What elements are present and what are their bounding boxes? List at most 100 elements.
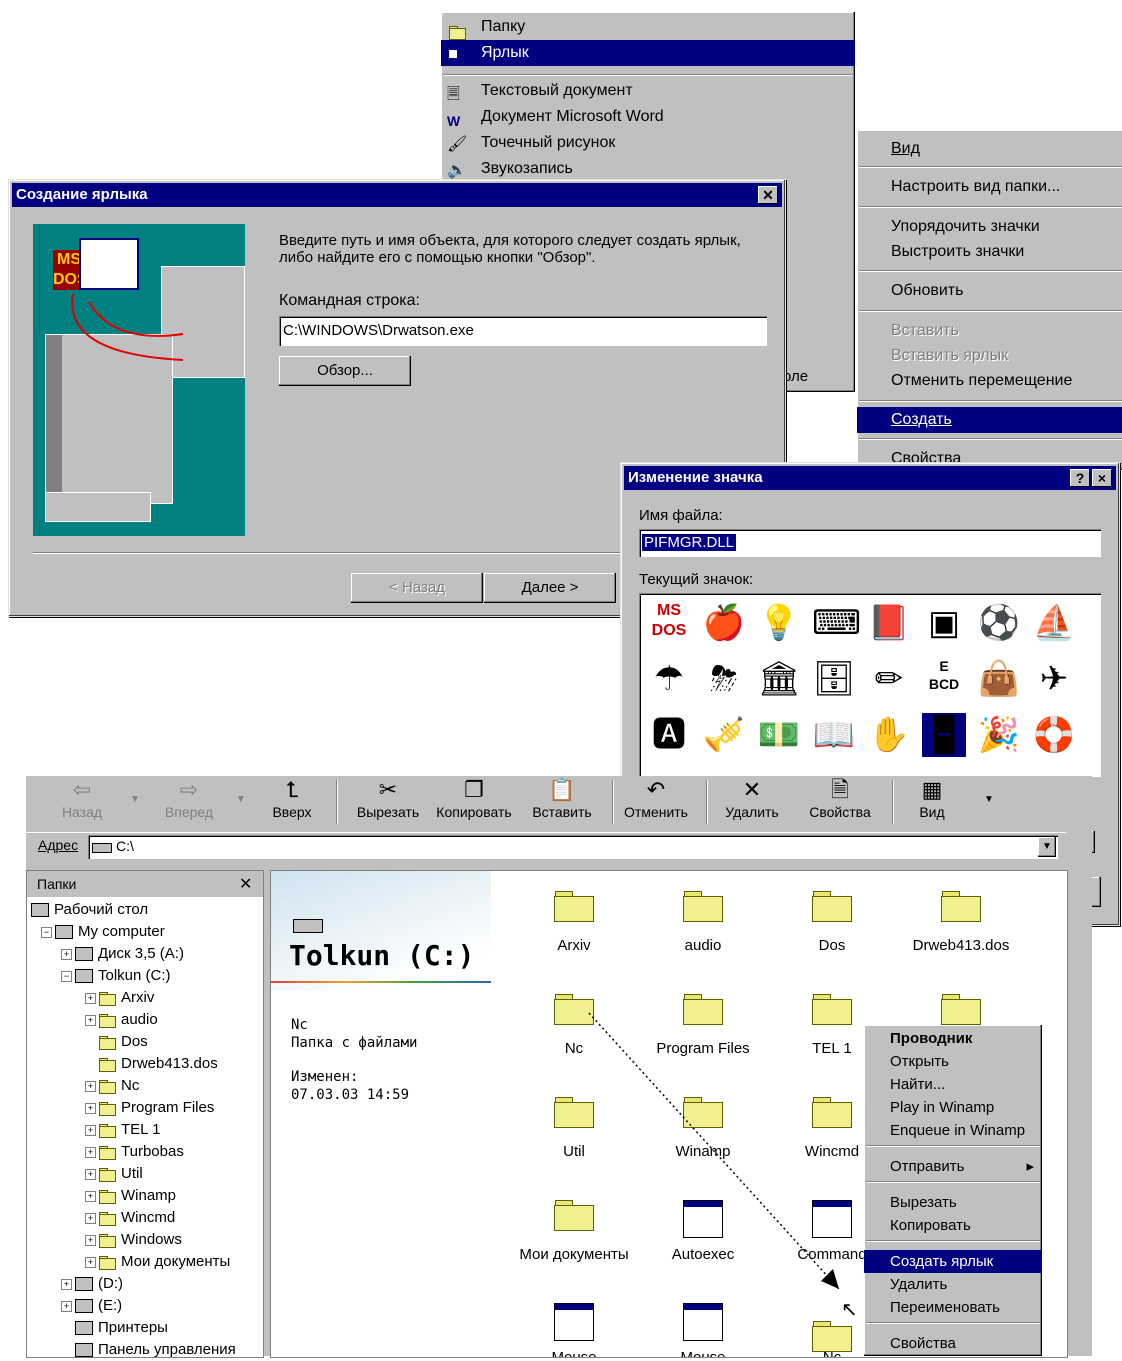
icon-cell[interactable]: ▣ [922, 601, 966, 645]
menu-item-customize-folder[interactable]: Настроить вид папки... [857, 174, 1122, 200]
expand-icon[interactable]: + [85, 1212, 96, 1224]
icon-cell[interactable]: ⌨ [812, 601, 861, 645]
expand-icon[interactable]: + [85, 1256, 96, 1268]
icon-cell[interactable]: 🛟 [1032, 713, 1076, 757]
collapse-icon[interactable]: − [41, 926, 52, 938]
view-button[interactable]: ▦ Вид [906, 776, 958, 820]
icon-cell[interactable]: ⚽ [977, 601, 1021, 645]
browse-button[interactable]: Обзор... [279, 356, 411, 386]
icon-cell[interactable]: 💡 [757, 601, 801, 645]
collapse-icon[interactable]: − [61, 970, 72, 982]
expand-icon[interactable]: + [85, 1102, 96, 1114]
copy-button[interactable]: ❐ Копировать [432, 776, 516, 820]
new-word-document-item[interactable]: W Документ Microsoft Word [441, 104, 855, 130]
command-line-input[interactable]: C:\WINDOWS\Drwatson.exe [279, 316, 767, 346]
tree-item[interactable]: + Windows [85, 1229, 182, 1251]
next-button[interactable]: Далее > [484, 573, 616, 603]
expand-icon[interactable]: + [85, 1234, 96, 1246]
icon-cell[interactable]: ⛈ [702, 657, 746, 701]
context-menu-item[interactable]: Найти... [864, 1073, 1042, 1096]
tree-item[interactable]: + Turbobas [85, 1141, 184, 1163]
new-folder-item[interactable]: Папку [441, 14, 855, 41]
back-button[interactable]: ⇦ Назад [40, 776, 124, 820]
menu-item-arrange-icons[interactable]: Упорядочить значки [857, 214, 1122, 240]
icon-cell[interactable]: ✋ [867, 713, 911, 757]
tree-item[interactable]: Панель управления [61, 1339, 236, 1361]
view-dropdown-icon[interactable]: ▼ [984, 794, 994, 805]
menu-item-paste[interactable]: Вставить [857, 318, 1122, 344]
expand-icon[interactable]: + [61, 1300, 72, 1312]
icon-cell[interactable]: 💵 [757, 713, 801, 757]
tree-item[interactable]: Dos [85, 1031, 148, 1053]
icon-grid[interactable]: MS DOS 🍎 💡 ⌨ 📕 ▣ ⚽ ⛵ ☂ ⛈ 🏛 🗄 ✏ E BCD 👜 ✈ 🅰… [639, 593, 1101, 777]
expand-icon[interactable]: + [61, 1278, 72, 1290]
tree-item[interactable]: + audio [85, 1009, 158, 1031]
paste-button[interactable]: 📋 Вставить [524, 776, 600, 820]
expand-icon[interactable]: + [85, 1014, 96, 1026]
icon-cell[interactable]: 👜 [977, 657, 1021, 701]
tree-item[interactable]: − Tolkun (C:) [61, 965, 171, 987]
context-menu-item[interactable]: Play in Winamp [864, 1096, 1042, 1119]
context-menu-item[interactable]: Enqueue in Winamp [864, 1119, 1042, 1142]
new-bitmap-item[interactable]: 🖌 Точечный рисунок [441, 130, 855, 156]
tree-item[interactable]: + Arxiv [85, 987, 154, 1009]
icon-cell[interactable]: 📕 [867, 601, 911, 645]
delete-button[interactable]: ✕ Удалить [716, 776, 788, 820]
expand-icon[interactable]: + [61, 948, 72, 960]
tree-item[interactable]: + Wincmd [85, 1207, 175, 1229]
forward-dropdown-icon[interactable]: ▼ [236, 794, 246, 805]
expand-icon[interactable]: + [85, 1080, 96, 1092]
icon-cell[interactable]: ✈ [1032, 657, 1076, 701]
expand-icon[interactable]: + [85, 1124, 96, 1136]
back-dropdown-icon[interactable]: ▼ [130, 794, 140, 805]
menu-item-refresh[interactable]: Обновить [857, 278, 1122, 304]
menu-item-new[interactable]: Создать [857, 407, 1122, 433]
menu-item-view[interactable]: Вид [857, 136, 1122, 162]
close-icon[interactable]: × [1092, 469, 1112, 487]
expand-icon[interactable]: + [85, 992, 96, 1004]
properties-button[interactable]: 🗎 Свойства [802, 776, 878, 820]
tree-item[interactable]: + Util [85, 1163, 143, 1185]
icon-cell[interactable]: E BCD [922, 657, 966, 701]
tree-item[interactable]: Drweb413.dos [85, 1053, 218, 1075]
tree-item[interactable]: + (D:) [61, 1273, 123, 1295]
context-menu-item[interactable]: Открыть [864, 1050, 1042, 1073]
forward-button[interactable]: ⇨ Вперед [144, 776, 234, 820]
expand-icon[interactable]: + [85, 1146, 96, 1158]
expand-icon[interactable]: + [85, 1168, 96, 1180]
icon-cell[interactable]: 🎉 [977, 713, 1021, 757]
address-dropdown-button[interactable]: ▼ [1038, 837, 1056, 857]
tree-item[interactable]: + Nc [85, 1075, 139, 1097]
menu-item-paste-shortcut[interactable]: Вставить ярлык [857, 343, 1122, 369]
back-button[interactable]: < Назад [351, 573, 483, 603]
tree-item[interactable]: + Диск 3,5 (A:) [61, 943, 184, 965]
tree-item[interactable]: + Program Files [85, 1097, 214, 1119]
tree-item[interactable]: Принтеры [61, 1317, 168, 1339]
icon-cell[interactable]: 🗄 [812, 657, 856, 701]
new-text-document-item[interactable]: 🗏 Текстовый документ [441, 78, 855, 104]
context-menu-item[interactable]: Создать ярлык [864, 1250, 1042, 1273]
icon-cell-selected[interactable]: 🁢 [922, 713, 966, 757]
menu-item-undo-move[interactable]: Отменить перемещение [857, 368, 1122, 394]
tree-item[interactable]: + TEL 1 [85, 1119, 160, 1141]
help-icon[interactable]: ? [1070, 469, 1090, 487]
icon-cell[interactable]: 🎺 [702, 713, 746, 757]
icon-cell[interactable]: 🍎 [702, 601, 746, 645]
context-menu-item[interactable]: Копировать [864, 1214, 1042, 1237]
menu-item-line-up-icons[interactable]: Выстроить значки [857, 239, 1122, 265]
context-menu-item[interactable]: Проводник [864, 1027, 1042, 1050]
address-input[interactable]: C:\ ▼ [88, 835, 1058, 859]
context-menu-item[interactable]: Удалить [864, 1273, 1042, 1296]
tree-item[interactable]: Рабочий стол [31, 899, 148, 921]
icon-cell[interactable]: 🅰 [647, 713, 691, 757]
tree-item[interactable]: − My computer [41, 921, 165, 943]
context-menu-item[interactable]: Свойства [864, 1332, 1042, 1355]
tree-item[interactable]: + (E:) [61, 1295, 122, 1317]
tree-item[interactable]: + Мои документы [85, 1251, 230, 1273]
icon-cell[interactable]: ☂ [647, 657, 691, 701]
undo-button[interactable]: ↶ Отменить [618, 776, 694, 820]
expand-icon[interactable]: + [85, 1190, 96, 1202]
icon-cell[interactable]: MS DOS [647, 601, 691, 645]
filename-input[interactable]: PIFMGR.DLL [639, 529, 1101, 557]
context-menu-item[interactable]: Переименовать [864, 1296, 1042, 1319]
